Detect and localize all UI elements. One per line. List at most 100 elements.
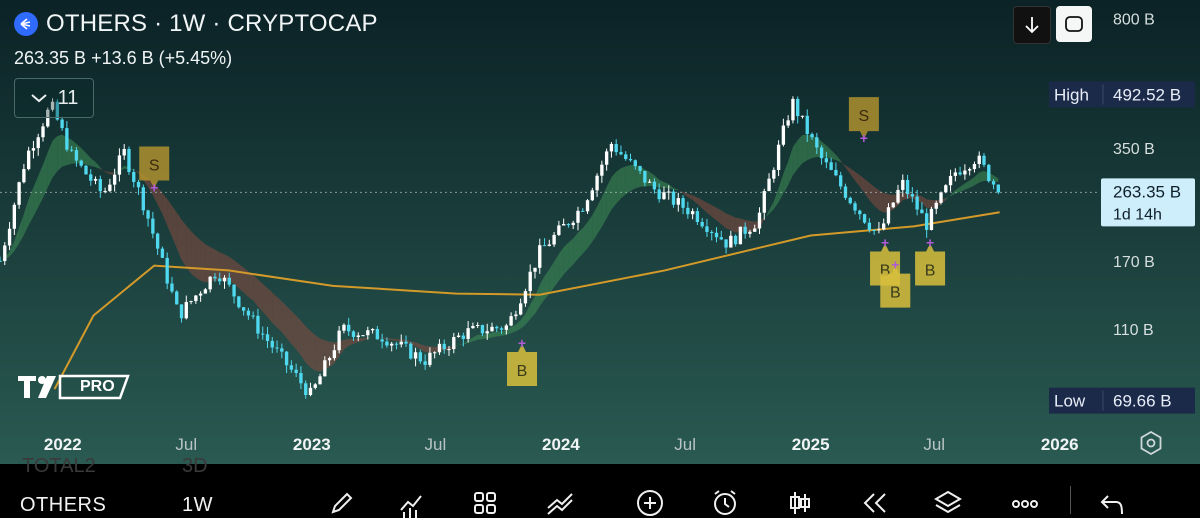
ribbon-segment [267,288,273,323]
candle-body [227,277,231,285]
indicators-count: 11 [57,86,79,109]
candle-body [499,328,504,330]
candle-body [246,310,251,316]
candle-body [132,171,136,182]
candle-body [939,192,943,203]
ribbon-segment [191,231,196,278]
current-price-tag[interactable]: 263.35 B 1d 14h [1101,178,1195,227]
candle-body [108,184,112,192]
candle-body [662,192,666,200]
candle-body [89,174,93,181]
candle-body [251,315,255,317]
ribbon-segment [496,331,502,337]
candle-body [676,198,680,205]
time-tick-month: Jul [923,435,945,454]
fullscreen-button[interactable] [1056,6,1092,42]
candle-body [948,175,953,186]
ribbon-segment [52,136,58,178]
high-price-tag[interactable]: High 492.52 B [1049,81,1195,108]
time-tick-year: 2024 [542,435,580,454]
candle-body [901,179,905,190]
candle-body [585,200,590,212]
candle-body [413,352,418,359]
ribbon-segment [726,213,731,230]
candle-body [198,293,203,296]
candle-body [437,343,442,353]
candle-body [418,352,423,362]
candle-body [724,239,728,248]
ribbon-segment [491,331,497,338]
price-chart[interactable]: S+B+S+B+B+B+ 800 B350 B170 B110 B69 BHig… [0,0,1200,464]
candle-body [944,185,948,193]
candle-body [557,225,561,235]
candle-body [518,303,523,315]
candle-body [7,228,12,246]
symbol-title[interactable]: OTHERS · 1W · CRYPTOCAP [46,10,378,38]
candle-body [953,172,958,176]
toolbar-divider [1070,486,1071,514]
candle-body [882,223,886,230]
candle-body [84,165,88,175]
signal-cross-marker: + [891,257,899,273]
ribbon-segment [730,215,736,233]
price-tick-label: 170 B [1113,254,1155,271]
candle-body [475,325,480,327]
candle-body [542,245,547,247]
candle-up [929,206,934,231]
candle-body [590,190,594,201]
low-price-tag-label: Low [1054,392,1086,411]
candle-body [571,222,575,226]
candle-body [332,350,337,359]
candle-body [523,291,528,304]
candle-body [958,172,962,175]
candle-body [743,226,747,234]
candle-body [79,160,83,166]
candle-body [729,235,733,248]
candle-body [184,302,188,319]
candle-body [342,324,346,331]
candle-body [872,229,876,231]
candle-body [810,134,814,138]
candle-body [987,164,991,182]
ribbon-segment [563,242,569,275]
sell-signal-label: S [149,158,160,175]
candle-body [819,147,824,159]
signal-cross-marker: + [860,130,868,146]
candle-body [533,267,537,272]
candle-body [375,328,380,340]
candle-body [471,325,475,329]
candle-body [767,178,771,192]
candle-body [69,149,74,151]
time-tick-year: 2023 [293,435,331,454]
candle-body [232,284,236,297]
candle-body [122,148,126,156]
candle-body [657,189,661,200]
candle-body [194,295,198,302]
chevron-down-icon [30,94,47,103]
candle-down [862,213,867,224]
scroll-to-latest-button[interactable] [1013,6,1051,44]
candle-body [485,331,489,334]
candle-body [910,194,915,197]
candle-body [815,137,819,148]
candle-body [834,169,838,176]
price-tick-label: 110 B [1113,322,1154,339]
time-tick-month: Jul [175,435,197,454]
candle-body [351,331,356,338]
candle-body [858,210,862,215]
candle-body [638,166,642,171]
candle-body [576,210,580,223]
signal-cross-marker: + [150,180,158,196]
ribbon-segment [482,333,488,340]
symbol-header[interactable]: OTHERS · 1W · CRYPTOCAP [14,10,378,38]
ribbon-segment [477,334,483,340]
ribbon-segment [272,292,278,328]
candle-body [442,343,446,350]
candle-body [385,341,389,346]
ribbon-segment [205,244,211,283]
candle-body [614,143,618,153]
indicators-toggle-button[interactable]: 11 [14,78,94,118]
low-price-tag[interactable]: Low 69.66 B [1049,387,1195,414]
fullscreen-icon [1065,16,1083,32]
ribbon-segment [224,254,230,282]
